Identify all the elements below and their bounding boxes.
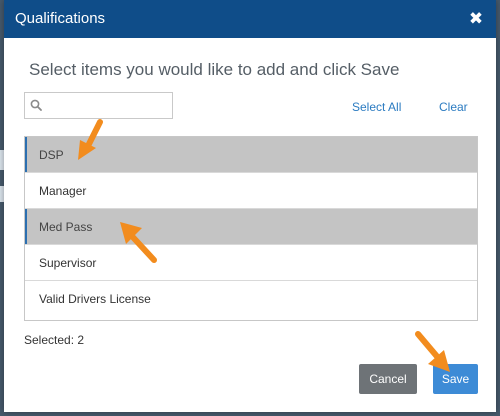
selected-count: Selected: 2 (24, 333, 85, 347)
search-field[interactable] (24, 92, 173, 119)
qualification-list: DSP Manager Med Pass Supervisor Valid Driver… (24, 136, 478, 321)
search-icon (30, 99, 42, 111)
list-item[interactable]: Supervisor (25, 245, 477, 281)
list-item-label: Manager (39, 184, 87, 198)
save-button[interactable]: Save (433, 364, 478, 394)
select-all-link[interactable]: Select All (352, 100, 401, 114)
list-item-label: Valid Drivers License (39, 292, 151, 306)
qualifications-dialog: Qualifications ✖ Select items you would … (4, 0, 496, 412)
clear-link[interactable]: Clear (439, 100, 468, 114)
dialog-title: Qualifications (15, 10, 106, 27)
list-item-label: DSP (39, 148, 64, 162)
list-item[interactable]: Manager (25, 173, 477, 209)
close-icon[interactable]: ✖ (466, 9, 486, 29)
list-item[interactable]: DSP (25, 137, 477, 173)
list-item[interactable]: Valid Drivers License (25, 281, 477, 317)
list-item[interactable]: Med Pass (25, 209, 477, 245)
cancel-button[interactable]: Cancel (359, 364, 417, 394)
list-item-label: Supervisor (39, 256, 97, 270)
list-item-label: Med Pass (39, 220, 93, 234)
dialog-header: Qualifications ✖ (4, 0, 496, 38)
instructions-text: Select items you would like to add and c… (29, 60, 400, 79)
search-input[interactable] (47, 95, 171, 116)
